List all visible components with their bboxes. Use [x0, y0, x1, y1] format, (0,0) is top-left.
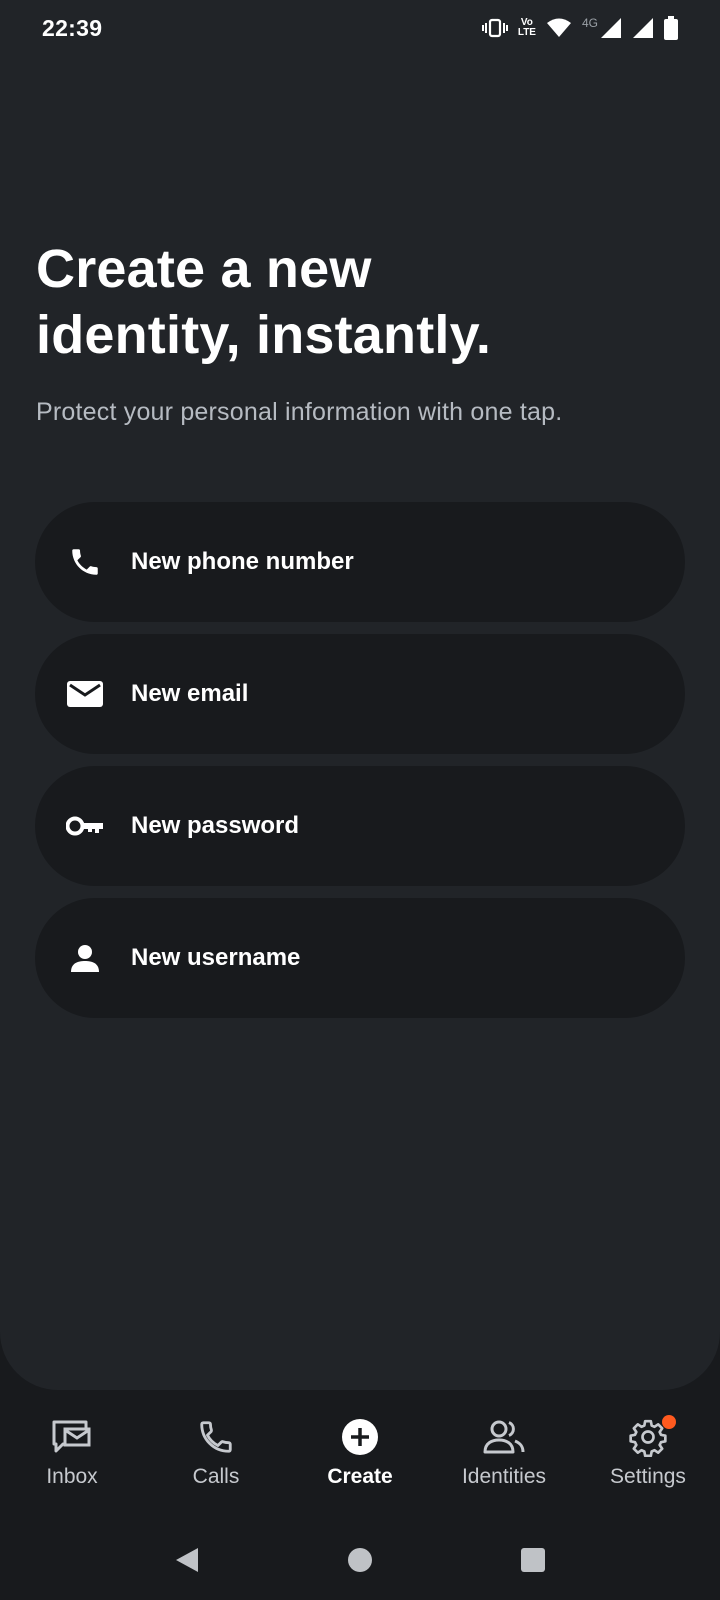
people-icon — [482, 1415, 526, 1459]
nav-label: Identities — [461, 1465, 547, 1488]
option-label: New phone number — [131, 548, 354, 575]
page-subtitle: Protect your personal information with o… — [36, 398, 563, 426]
nav-settings[interactable]: Settings — [578, 1415, 718, 1489]
volte-icon: Vo LTE — [518, 18, 536, 38]
wifi-icon — [546, 18, 572, 38]
key-icon — [65, 806, 105, 846]
option-label: New password — [131, 812, 300, 839]
nav-calls[interactable]: Calls — [146, 1415, 286, 1489]
new-password-button[interactable]: New password — [35, 766, 685, 886]
phone-icon — [194, 1415, 238, 1459]
nav-label: Inbox — [46, 1465, 98, 1488]
email-icon — [65, 674, 105, 714]
nav-label: Create — [327, 1465, 393, 1488]
home-icon[interactable] — [340, 1540, 380, 1580]
inbox-icon — [50, 1415, 94, 1459]
create-options-list: New phone number New email New password … — [35, 502, 685, 1030]
phone-icon — [65, 542, 105, 582]
nav-inbox[interactable]: Inbox — [2, 1415, 142, 1489]
status-icons: Vo LTE 4G — [481, 16, 678, 40]
signal-icon — [600, 17, 622, 39]
system-navigation-bar — [0, 1530, 720, 1590]
add-icon — [338, 1415, 382, 1459]
nav-label: Settings — [610, 1465, 686, 1488]
new-email-button[interactable]: New email — [35, 634, 685, 754]
battery-icon — [664, 16, 678, 40]
notification-dot — [662, 1415, 676, 1429]
bottom-navigation: Inbox Calls Create Identities Settings — [0, 1415, 720, 1505]
nav-identities[interactable]: Identities — [434, 1415, 574, 1489]
new-phone-number-button[interactable]: New phone number — [35, 502, 685, 622]
page-title: Create a new identity, instantly. — [36, 236, 656, 368]
network-type-label: 4G — [581, 16, 598, 30]
recents-icon[interactable] — [513, 1540, 553, 1580]
nav-label: Calls — [192, 1465, 240, 1488]
vibrate-icon — [481, 18, 508, 38]
volte-bottom-text: LTE — [517, 27, 536, 38]
option-label: New email — [131, 680, 249, 707]
status-bar: 22:39 Vo LTE 4G — [0, 0, 720, 56]
back-icon[interactable] — [167, 1540, 207, 1580]
app-screen: 22:39 Vo LTE 4G Create a new identity, i… — [0, 0, 720, 1600]
option-label: New username — [131, 944, 301, 971]
status-time: 22:39 — [42, 14, 103, 41]
nav-create[interactable]: Create — [290, 1415, 430, 1489]
signal-icon — [632, 17, 654, 39]
page-title-line2: identity, instantly. — [36, 305, 492, 365]
page-title-line1: Create a new — [36, 239, 372, 299]
person-icon — [65, 938, 105, 978]
new-username-button[interactable]: New username — [35, 898, 685, 1018]
